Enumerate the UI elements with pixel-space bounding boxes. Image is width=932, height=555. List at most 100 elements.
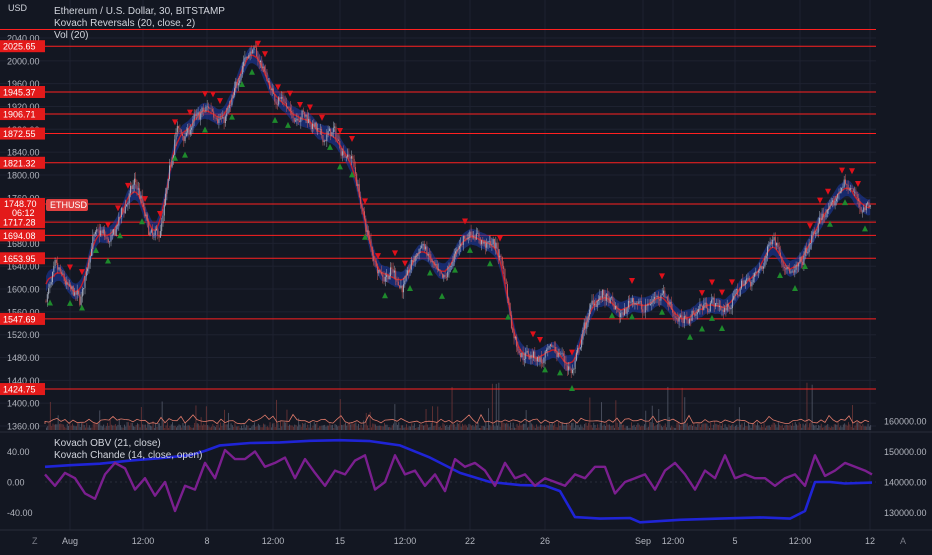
candle-up	[280, 97, 282, 99]
candle-down	[358, 184, 360, 197]
candle-up	[703, 304, 705, 311]
candle-down	[474, 236, 476, 240]
indicator-legend-reversals[interactable]: Kovach Reversals (20, close, 2)	[54, 18, 195, 29]
volume-bar	[690, 424, 692, 430]
volume-bar	[646, 427, 648, 430]
currency-label: USD	[8, 3, 28, 13]
volume-bar	[389, 427, 391, 430]
candle-up	[764, 258, 766, 267]
volume-bar	[524, 424, 526, 430]
candle-down	[135, 178, 137, 183]
volume-bar	[211, 426, 212, 430]
candle-down	[781, 256, 783, 263]
time-tick-label: 12:00	[789, 536, 812, 546]
volume-bar	[597, 424, 599, 430]
candle-down	[182, 133, 183, 136]
candle-down	[57, 262, 59, 270]
candle-up	[240, 73, 242, 81]
volume-bar	[779, 424, 781, 430]
volume-bar	[816, 427, 818, 430]
volume-bar	[560, 423, 562, 430]
indicator-legend-chande[interactable]: Kovach Chande (14, close, open)	[54, 450, 202, 461]
volume-bar	[542, 426, 544, 430]
candle-up	[733, 295, 735, 300]
time-tick-label: 12:00	[662, 536, 685, 546]
oscillator-left-tick: 40.00	[7, 447, 30, 457]
volume-bar	[824, 425, 826, 430]
candle-down	[230, 104, 232, 106]
volume-bar	[250, 427, 251, 430]
candle-down	[864, 207, 866, 211]
volume-bar	[653, 422, 654, 430]
chart-title[interactable]: Ethereum / U.S. Dollar, 30, BITSTAMP	[54, 6, 225, 17]
volume-bar	[278, 427, 280, 430]
volume-bar	[130, 422, 132, 430]
candle-up	[422, 243, 424, 246]
volume-bar	[108, 425, 110, 430]
candle-up	[267, 80, 269, 82]
candle-down	[513, 332, 515, 339]
candle-up	[620, 313, 622, 318]
volume-bar	[320, 426, 322, 430]
candle-up	[614, 305, 616, 310]
candle-up	[495, 242, 497, 249]
volume-bar	[619, 422, 621, 430]
chart-stage: 1360.00 1400.00 1440.00 1480.00 1520.00 1560.…	[0, 0, 932, 550]
volume-bar	[709, 427, 710, 430]
indicator-legend-volume[interactable]: Vol (20)	[54, 30, 88, 41]
candle-up	[786, 266, 788, 270]
candle-up	[715, 303, 716, 307]
volume-bar	[77, 422, 79, 430]
candle-up	[404, 280, 406, 285]
candle-up	[357, 184, 359, 186]
candle-down	[292, 112, 294, 119]
candle-up	[759, 269, 761, 271]
candle-up	[752, 276, 754, 283]
indicator-legend-obv[interactable]: Kovach OBV (21, close)	[54, 438, 161, 449]
auto-scale-icon[interactable]: A	[900, 536, 906, 546]
volume-bar	[798, 422, 800, 430]
volume-bar	[658, 409, 660, 430]
volume-bar	[296, 426, 298, 430]
volume-bar	[475, 423, 476, 430]
volume-bar	[686, 422, 688, 430]
candle-up	[317, 128, 319, 130]
volume-bar	[655, 425, 657, 430]
volume-bar	[742, 427, 744, 430]
candle-up	[227, 107, 229, 114]
volume-bar	[129, 425, 131, 430]
volume-bar	[815, 425, 817, 430]
candle-up	[624, 308, 625, 316]
candle-down	[509, 303, 511, 316]
price-tick-label: 1840.00	[7, 148, 40, 158]
volume-bar	[293, 426, 294, 430]
candle-up	[388, 275, 390, 280]
candle-down	[742, 280, 744, 286]
volume-bar	[445, 425, 446, 430]
volume-bar	[343, 424, 345, 430]
candle-up	[145, 214, 147, 217]
volume-bar	[311, 427, 313, 430]
candle-up	[234, 88, 235, 96]
candle-down	[325, 140, 326, 142]
candle-down	[265, 71, 267, 73]
volume-bar	[294, 424, 296, 430]
volume-bar	[75, 426, 77, 430]
candle-down	[496, 242, 498, 250]
candle-up	[599, 296, 601, 300]
price-tick-label: 1800.00	[7, 170, 40, 180]
candle-up	[435, 264, 437, 266]
volume-bar	[775, 424, 777, 430]
candle-down	[604, 294, 606, 301]
candle-up	[413, 261, 415, 263]
zoom-icon[interactable]: Z	[32, 536, 38, 546]
candle-down	[859, 201, 861, 208]
volume-bar	[437, 406, 439, 430]
chart-svg[interactable]: 1360.001400.001440.001480.001520.001560.…	[0, 0, 932, 550]
volume-bar	[823, 427, 825, 430]
volume-bar	[92, 423, 94, 430]
candle-up	[838, 193, 840, 194]
candle-up	[176, 126, 178, 133]
volume-bar	[277, 423, 279, 430]
volume-bar	[61, 424, 63, 430]
